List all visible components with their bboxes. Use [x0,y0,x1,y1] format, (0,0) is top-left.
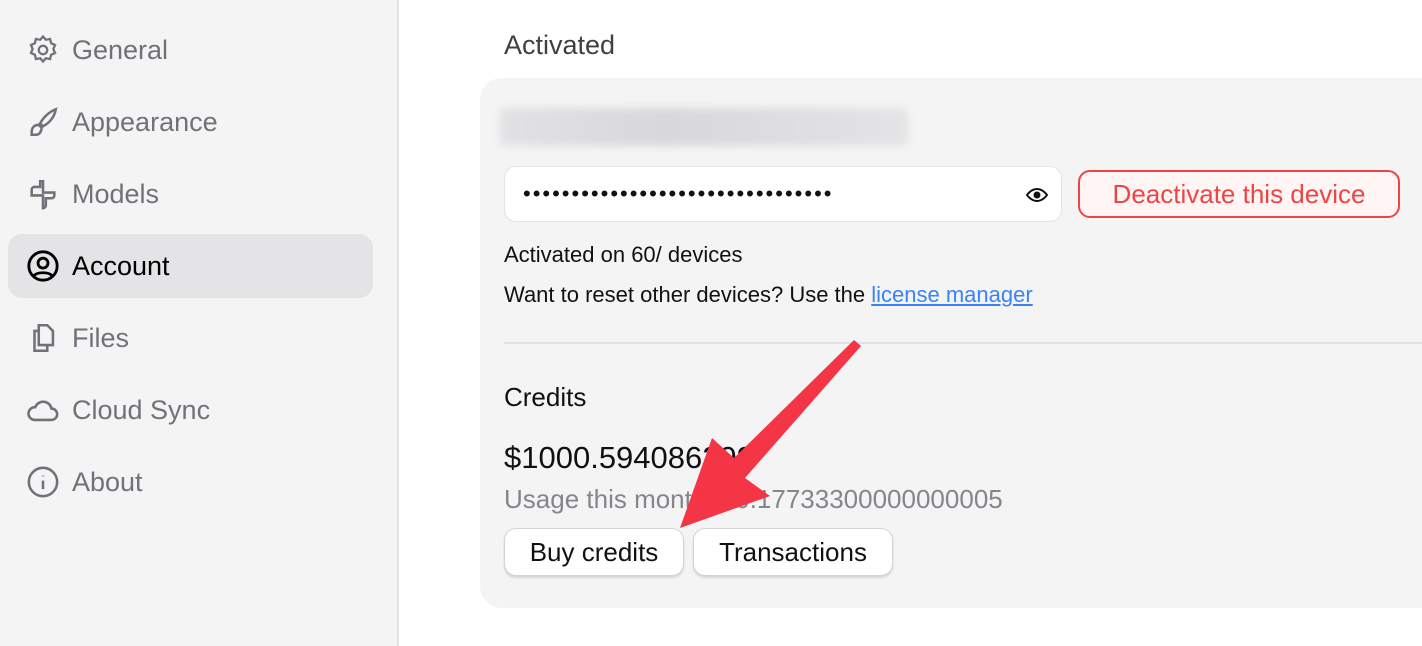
annotation-arrow [680,340,861,528]
